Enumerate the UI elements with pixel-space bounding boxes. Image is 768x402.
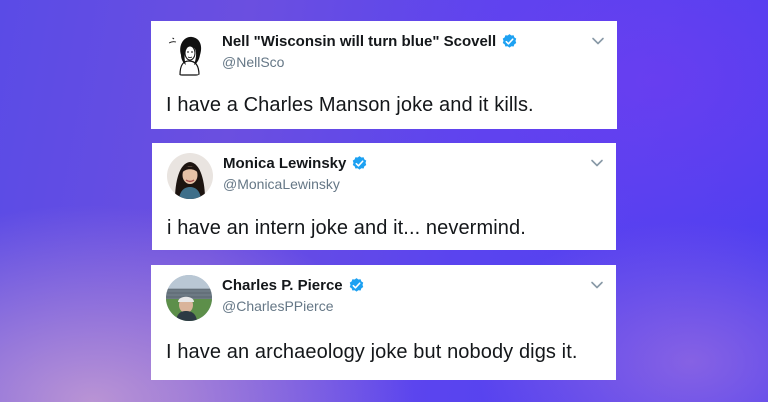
handle[interactable]: @NellSco xyxy=(222,54,284,70)
handle[interactable]: @CharlesPPierce xyxy=(222,298,333,314)
tweet-text: I have an archaeology joke but nobody di… xyxy=(166,341,578,363)
display-name[interactable]: Monica Lewinsky xyxy=(223,155,346,172)
name-row: Charles P. Pierce xyxy=(222,277,365,294)
avatar[interactable] xyxy=(167,153,213,199)
tweet-card[interactable]: Monica Lewinsky @MonicaLewinsky i have a… xyxy=(152,143,616,250)
tweet-card[interactable]: Nell "Wisconsin will turn blue" Scovell … xyxy=(151,21,617,129)
tweet-text: I have a Charles Manson joke and it kill… xyxy=(166,94,534,116)
verified-badge-icon xyxy=(351,155,368,172)
display-name[interactable]: Nell "Wisconsin will turn blue" Scovell xyxy=(222,33,496,50)
avatar[interactable] xyxy=(166,275,212,321)
verified-badge-icon xyxy=(348,277,365,294)
chevron-down-icon[interactable] xyxy=(590,278,604,292)
chevron-down-icon[interactable] xyxy=(590,156,604,170)
tweet-card[interactable]: Charles P. Pierce @CharlesPPierce I have… xyxy=(151,265,616,380)
verified-badge-icon xyxy=(501,33,518,50)
display-name[interactable]: Charles P. Pierce xyxy=(222,277,343,294)
avatar[interactable] xyxy=(166,31,212,77)
name-row: Monica Lewinsky xyxy=(223,155,368,172)
name-row: Nell "Wisconsin will turn blue" Scovell xyxy=(222,33,518,50)
chevron-down-icon[interactable] xyxy=(591,34,605,48)
handle[interactable]: @MonicaLewinsky xyxy=(223,176,340,192)
tweet-text: i have an intern joke and it... nevermin… xyxy=(167,217,526,239)
